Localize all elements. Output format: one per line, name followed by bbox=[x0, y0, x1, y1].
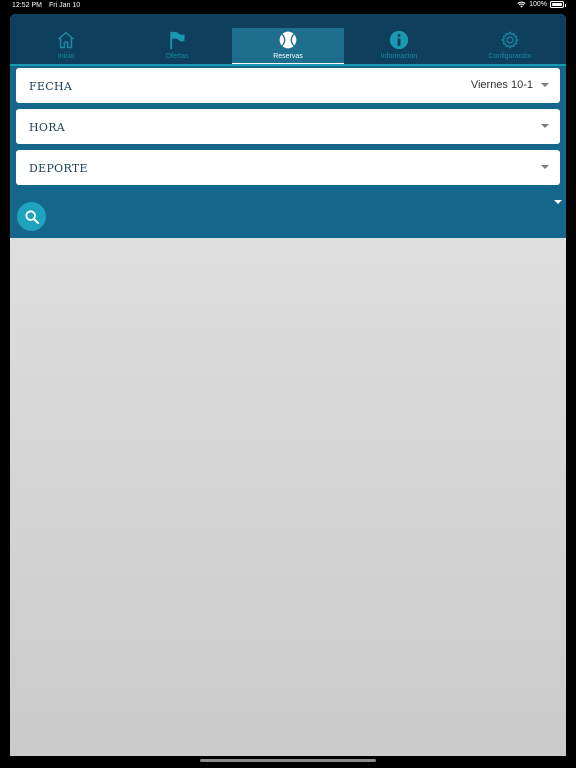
chevron-down-icon bbox=[541, 124, 549, 128]
results-area bbox=[10, 238, 566, 756]
search-button[interactable] bbox=[17, 202, 46, 231]
tab-configuracion[interactable]: Configuración bbox=[454, 28, 566, 64]
tab-ofertas[interactable]: Ofertas bbox=[121, 28, 233, 64]
status-date: Fri Jan 10 bbox=[49, 2, 81, 9]
tab-label: Reservas bbox=[273, 53, 303, 60]
fecha-label: FECHA bbox=[29, 80, 73, 93]
tab-label: Ofertas bbox=[165, 53, 189, 60]
home-indicator[interactable] bbox=[200, 759, 376, 762]
hora-dropdown[interactable]: HORA bbox=[16, 109, 560, 144]
tab-label: Inicio bbox=[57, 53, 75, 60]
deporte-dropdown[interactable]: DEPORTE bbox=[16, 150, 560, 185]
status-bar: 12:52 PM Fri Jan 10 100% bbox=[0, 0, 576, 12]
status-right: 100% bbox=[517, 1, 566, 8]
tab-reservas[interactable]: Reservas bbox=[232, 28, 344, 65]
chevron-down-icon bbox=[541, 83, 549, 87]
fecha-value: Viernes 10-1 bbox=[470, 79, 533, 91]
tab-informacion[interactable]: Información bbox=[343, 28, 455, 64]
tab-label: Configuración bbox=[488, 53, 532, 60]
wifi-icon bbox=[517, 1, 526, 8]
gear-icon bbox=[501, 31, 519, 49]
info-icon bbox=[389, 30, 409, 50]
flag-icon bbox=[170, 31, 185, 50]
status-time: 12:52 PM bbox=[12, 2, 42, 9]
search-icon bbox=[24, 209, 39, 224]
tab-label: Información bbox=[380, 53, 418, 60]
battery-percent: 100% bbox=[529, 1, 547, 8]
deporte-label: DEPORTE bbox=[29, 162, 88, 175]
home-icon bbox=[58, 31, 74, 49]
tennis-ball-icon bbox=[279, 31, 297, 49]
collapse-filters-icon[interactable] bbox=[554, 200, 562, 204]
chevron-down-icon bbox=[541, 165, 549, 169]
app-window: Inicio Ofertas Reservas Información Conf… bbox=[10, 14, 566, 756]
tab-bar: Inicio Ofertas Reservas Información Conf… bbox=[10, 14, 566, 65]
battery-icon bbox=[550, 1, 566, 8]
fecha-dropdown[interactable]: FECHA Viernes 10-1 bbox=[16, 68, 560, 103]
tab-inicio[interactable]: Inicio bbox=[10, 28, 122, 64]
battery-fill bbox=[552, 3, 562, 6]
filter-panel: FECHA Viernes 10-1 HORA DEPORTE bbox=[10, 66, 566, 238]
hora-label: HORA bbox=[29, 121, 66, 134]
